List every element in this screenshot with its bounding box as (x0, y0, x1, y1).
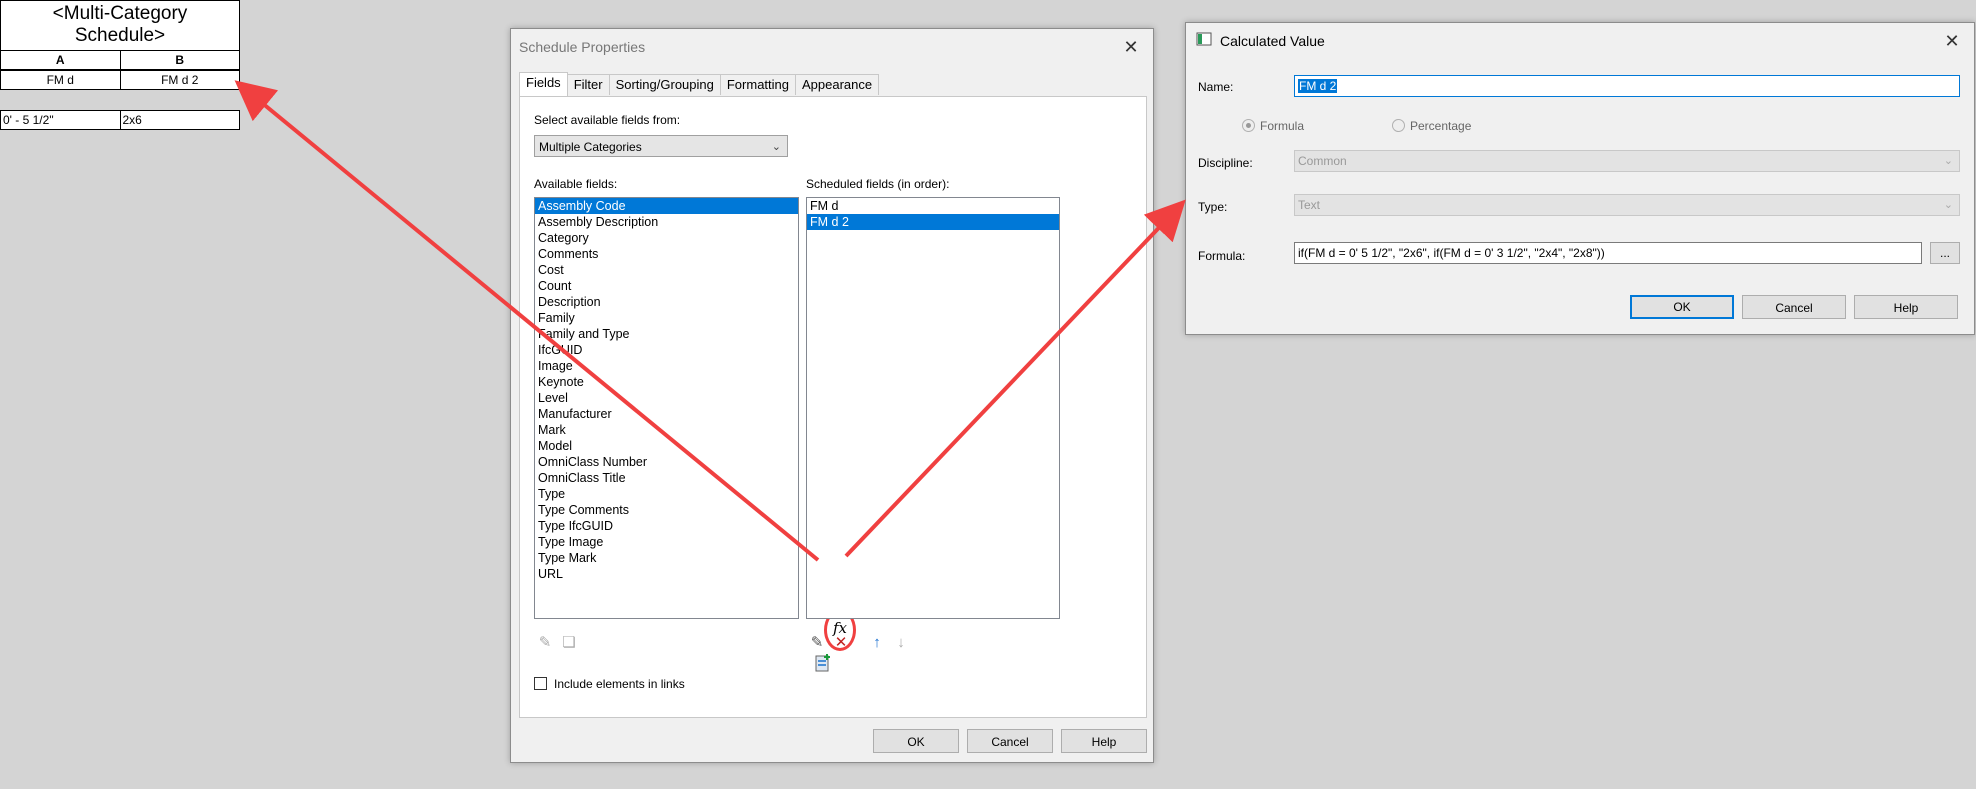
discipline-select[interactable]: Common ⌄ (1294, 150, 1960, 172)
schedule-field-names: FM d FM d 2 (0, 70, 240, 90)
schedule-data-row: 0' - 5 1/2" 2x6 (0, 110, 240, 130)
list-item[interactable]: Description (535, 294, 798, 310)
move-up-icon[interactable]: ↑ (866, 632, 888, 654)
formula-input[interactable]: if(FM d = 0' 5 1/2", "2x6", if(FM d = 0'… (1294, 242, 1922, 264)
list-item[interactable]: URL (535, 566, 798, 582)
include-links-checkbox[interactable] (534, 677, 547, 690)
list-item[interactable]: Category (535, 230, 798, 246)
cancel-button[interactable]: Cancel (1742, 295, 1846, 319)
available-fields-label: Available fields: (534, 177, 618, 191)
scheduled-fields-list[interactable]: FM d FM d 2 (806, 197, 1060, 619)
calculated-value-dialog: Calculated Value ✕ Name: FM d 2 Formula … (1185, 22, 1975, 335)
list-item[interactable]: Type Comments (535, 502, 798, 518)
formula-browse-button[interactable]: ... (1930, 242, 1960, 264)
chevron-down-icon: ⌄ (1943, 155, 1953, 167)
percentage-radio[interactable] (1392, 119, 1405, 132)
list-item[interactable]: Type Image (535, 534, 798, 550)
formula-radio-label: Formula (1260, 119, 1305, 133)
category-select[interactable]: Multiple Categories ⌄ (534, 135, 788, 157)
discipline-label: Discipline: (1198, 156, 1253, 170)
select-fields-label: Select available fields from: (534, 113, 681, 127)
ok-button[interactable]: OK (1630, 295, 1734, 319)
tab-appearance[interactable]: Appearance (795, 74, 880, 95)
tab-strip: Fields Filter Sorting/Grouping Formattin… (519, 72, 880, 96)
list-item[interactable]: Family (535, 310, 798, 326)
delete-parameter-icon-disabled[interactable]: ❏ (558, 632, 580, 654)
edit-pencil-icon[interactable]: ✎ (806, 632, 828, 654)
list-item[interactable]: Count (535, 278, 798, 294)
list-item[interactable]: Image (535, 358, 798, 374)
move-down-icon[interactable]: ↓ (890, 632, 912, 654)
cell-a[interactable]: 0' - 5 1/2" (1, 111, 121, 129)
list-item[interactable]: Assembly Description (535, 214, 798, 230)
list-item[interactable]: Type (535, 486, 798, 502)
schedule-title: <Multi-Category Schedule> (0, 0, 240, 52)
list-item[interactable]: OmniClass Title (535, 470, 798, 486)
dialog-title: Calculated Value (1220, 33, 1325, 49)
name-input[interactable]: FM d 2 (1294, 75, 1960, 97)
tab-sorting-grouping[interactable]: Sorting/Grouping (608, 74, 721, 95)
window-app-icon (1194, 30, 1214, 50)
chevron-down-icon: ⌄ (1943, 199, 1953, 211)
list-item[interactable]: Mark (535, 422, 798, 438)
type-select[interactable]: Text ⌄ (1294, 194, 1960, 216)
list-item[interactable]: FM d (807, 198, 1059, 214)
scheduled-fields-label: Scheduled fields (in order): (806, 177, 950, 191)
cell-b[interactable]: 2x6 (121, 111, 240, 129)
formula-radio[interactable] (1242, 119, 1255, 132)
delete-field-icon[interactable]: ✕ (830, 632, 852, 654)
list-item[interactable]: Family and Type (535, 326, 798, 342)
close-icon[interactable]: ✕ (1942, 31, 1962, 51)
list-item[interactable]: IfcGUID (535, 342, 798, 358)
field-name-b: FM d 2 (161, 73, 199, 87)
percentage-radio-label: Percentage (1410, 119, 1472, 133)
list-item[interactable]: Level (535, 390, 798, 406)
name-label: Name: (1198, 80, 1234, 94)
schedule-properties-dialog: Schedule Properties ✕ Fields Filter Sort… (510, 28, 1154, 763)
help-button[interactable]: Help (1061, 729, 1147, 753)
cancel-button[interactable]: Cancel (967, 729, 1053, 753)
type-label: Type: (1198, 200, 1228, 214)
dialog-title: Schedule Properties (519, 39, 646, 55)
chevron-down-icon: ⌄ (771, 141, 781, 153)
column-header-a[interactable]: A (1, 51, 121, 69)
ok-button[interactable]: OK (873, 729, 959, 753)
include-links-label: Include elements in links (554, 677, 685, 691)
list-item[interactable]: Comments (535, 246, 798, 262)
edit-pencil-icon-disabled[interactable]: ✎ (534, 632, 556, 654)
tab-filter[interactable]: Filter (566, 74, 610, 95)
tab-fields[interactable]: Fields (519, 72, 568, 96)
list-item[interactable]: Cost (535, 262, 798, 278)
list-item[interactable]: Model (535, 438, 798, 454)
list-item[interactable]: OmniClass Number (535, 454, 798, 470)
close-icon[interactable]: ✕ (1121, 37, 1141, 57)
tab-formatting[interactable]: Formatting (719, 74, 796, 95)
list-item[interactable]: Type IfcGUID (535, 518, 798, 534)
list-item[interactable]: Keynote (535, 374, 798, 390)
combine-parameters-icon[interactable] (811, 652, 833, 674)
column-header-b[interactable]: B (121, 51, 240, 69)
list-item[interactable]: Assembly Code (535, 198, 798, 214)
list-item[interactable]: Type Mark (535, 550, 798, 566)
schedule-column-headers: A B (0, 50, 240, 70)
fields-tab-panel: Select available fields from: Multiple C… (519, 96, 1147, 718)
available-fields-list[interactable]: Assembly Code Assembly Description Categ… (534, 197, 799, 619)
help-button[interactable]: Help (1854, 295, 1958, 319)
field-name-a: FM d (1, 71, 121, 89)
list-item[interactable]: Manufacturer (535, 406, 798, 422)
list-item[interactable]: FM d 2 (807, 214, 1059, 230)
formula-label: Formula: (1198, 249, 1246, 263)
